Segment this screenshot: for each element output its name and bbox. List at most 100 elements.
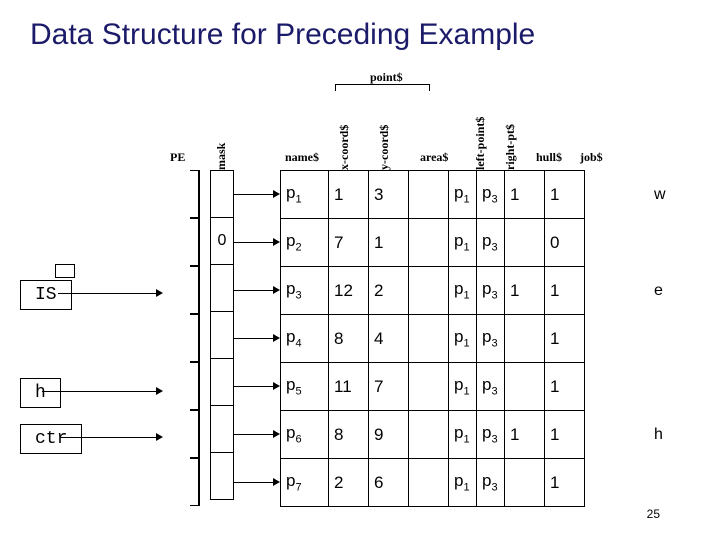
row-note: e — [654, 282, 663, 300]
cell-hull — [505, 459, 545, 507]
connector-line — [58, 293, 158, 294]
arrow-icon — [156, 387, 163, 395]
mask-cell: 0 — [210, 217, 234, 265]
mask-cell — [210, 311, 234, 359]
header-left: left-point$ — [473, 110, 488, 170]
label-box-h: h — [20, 378, 61, 408]
cell-right: p3 — [477, 315, 505, 363]
cell-y: 9 — [369, 411, 409, 459]
table-row: p5117p1p31 — [281, 363, 585, 411]
header-name: name$ — [285, 150, 319, 165]
table-row: p689p1p311 — [281, 411, 585, 459]
cell-left: p1 — [449, 219, 477, 267]
cell-x: 8 — [329, 411, 369, 459]
cell-job: 0 — [545, 219, 585, 267]
pe-bracket — [160, 410, 200, 458]
is-inner-box — [55, 264, 75, 278]
cell-x: 1 — [329, 171, 369, 219]
cell-area — [409, 315, 449, 363]
point-group-brace — [335, 84, 430, 94]
row-note: h — [654, 426, 663, 444]
cell-right: p3 — [477, 171, 505, 219]
cell-area — [409, 459, 449, 507]
arrow-icon — [156, 433, 163, 441]
cell-name: p7 — [281, 459, 329, 507]
pe-bracket — [160, 458, 200, 506]
cell-left: p1 — [449, 267, 477, 315]
connector-line — [42, 391, 158, 392]
cell-area — [409, 219, 449, 267]
cell-left: p1 — [449, 411, 477, 459]
header-area: area$ — [420, 150, 448, 165]
cell-area — [409, 363, 449, 411]
mask-cell — [210, 452, 234, 500]
cell-y: 2 — [369, 267, 409, 315]
cell-job: 1 — [545, 459, 585, 507]
table-row: p113p1p311 — [281, 171, 585, 219]
cell-name: p3 — [281, 267, 329, 315]
label-box-is: IS — [20, 280, 72, 310]
cell-left: p1 — [449, 459, 477, 507]
cell-area — [409, 267, 449, 315]
pe-bracket — [160, 314, 200, 362]
cell-hull — [505, 219, 545, 267]
arrow-icon — [156, 289, 163, 297]
table-row: p271p1p30 — [281, 219, 585, 267]
cell-y: 1 — [369, 219, 409, 267]
cell-x: 12 — [329, 267, 369, 315]
cell-left: p1 — [449, 363, 477, 411]
data-table: p113p1p311p271p1p30p3122p1p311p484p1p31p… — [280, 170, 585, 507]
header-job: job$ — [580, 150, 603, 165]
table-row: p3122p1p311 — [281, 267, 585, 315]
slide-title: Data Structure for Preceding Example — [0, 0, 720, 62]
mask-column: 0 — [210, 170, 234, 499]
arrow-icon — [273, 334, 280, 342]
arrow-icon — [273, 190, 280, 198]
cell-right: p3 — [477, 363, 505, 411]
cell-x: 7 — [329, 219, 369, 267]
pe-bracket — [160, 170, 200, 218]
cell-right: p3 — [477, 219, 505, 267]
cell-job: 1 — [545, 315, 585, 363]
arrow-icon — [273, 382, 280, 390]
pe-bracket — [160, 218, 200, 266]
header-right: right-pt$ — [503, 110, 518, 170]
row-note: w — [654, 186, 666, 204]
cell-name: p6 — [281, 411, 329, 459]
header-mask: mask — [214, 110, 229, 170]
label-box-ctr: ctr — [20, 424, 82, 454]
mask-cell — [210, 170, 234, 218]
cell-right: p3 — [477, 267, 505, 315]
header-y: y-coord$ — [377, 110, 392, 170]
cell-x: 11 — [329, 363, 369, 411]
pe-bracket — [160, 362, 200, 410]
arrow-icon — [273, 430, 280, 438]
cell-area — [409, 171, 449, 219]
pe-bracket-column — [160, 170, 200, 506]
cell-hull: 1 — [505, 411, 545, 459]
cell-left: p1 — [449, 171, 477, 219]
cell-x: 8 — [329, 315, 369, 363]
cell-left: p1 — [449, 315, 477, 363]
mask-cell — [210, 405, 234, 453]
cell-hull — [505, 315, 545, 363]
page-number: 25 — [647, 507, 660, 521]
table-row: p484p1p31 — [281, 315, 585, 363]
connector-line — [60, 437, 158, 438]
diagram-area: point$ PE mask name$ x-coord$ y-coord$ a… — [0, 62, 720, 522]
cell-hull: 1 — [505, 267, 545, 315]
cell-right: p3 — [477, 459, 505, 507]
header-pe: PE — [170, 150, 185, 165]
cell-y: 7 — [369, 363, 409, 411]
mask-cell — [210, 358, 234, 406]
cell-job: 1 — [545, 171, 585, 219]
point-group-label: point$ — [370, 70, 403, 85]
cell-job: 1 — [545, 267, 585, 315]
cell-hull — [505, 363, 545, 411]
mask-cell — [210, 264, 234, 312]
cell-job: 1 — [545, 411, 585, 459]
table-row: p726p1p31 — [281, 459, 585, 507]
cell-area — [409, 411, 449, 459]
arrow-icon — [273, 238, 280, 246]
cell-x: 2 — [329, 459, 369, 507]
